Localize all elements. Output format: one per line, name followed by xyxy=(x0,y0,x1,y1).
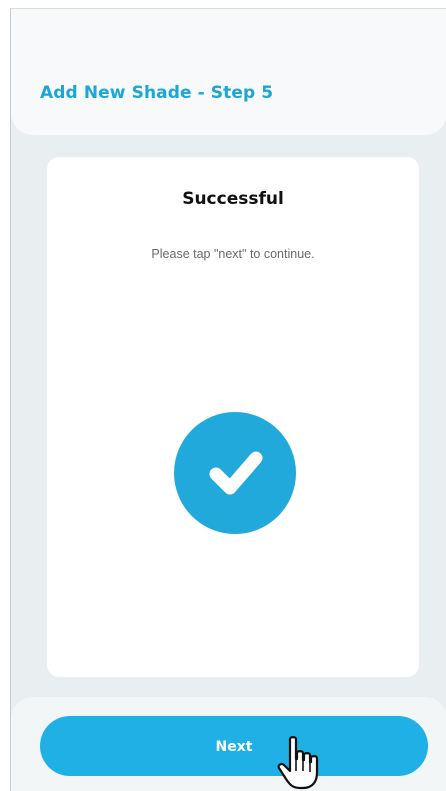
header: Add New Shade - Step 5 xyxy=(11,9,446,135)
hand-pointer-cursor-icon xyxy=(277,736,319,790)
card-title: Successful xyxy=(182,189,284,209)
app-screen: Add New Shade - Step 5 Successful Please… xyxy=(10,8,446,791)
checkmark-icon xyxy=(209,451,263,495)
success-card: Successful Please tap "next" to continue… xyxy=(47,157,419,677)
page-title: Add New Shade - Step 5 xyxy=(40,83,274,103)
success-check-icon xyxy=(174,412,296,534)
next-button[interactable]: Next xyxy=(40,716,428,776)
card-subtitle: Please tap "next" to continue. xyxy=(151,247,315,261)
